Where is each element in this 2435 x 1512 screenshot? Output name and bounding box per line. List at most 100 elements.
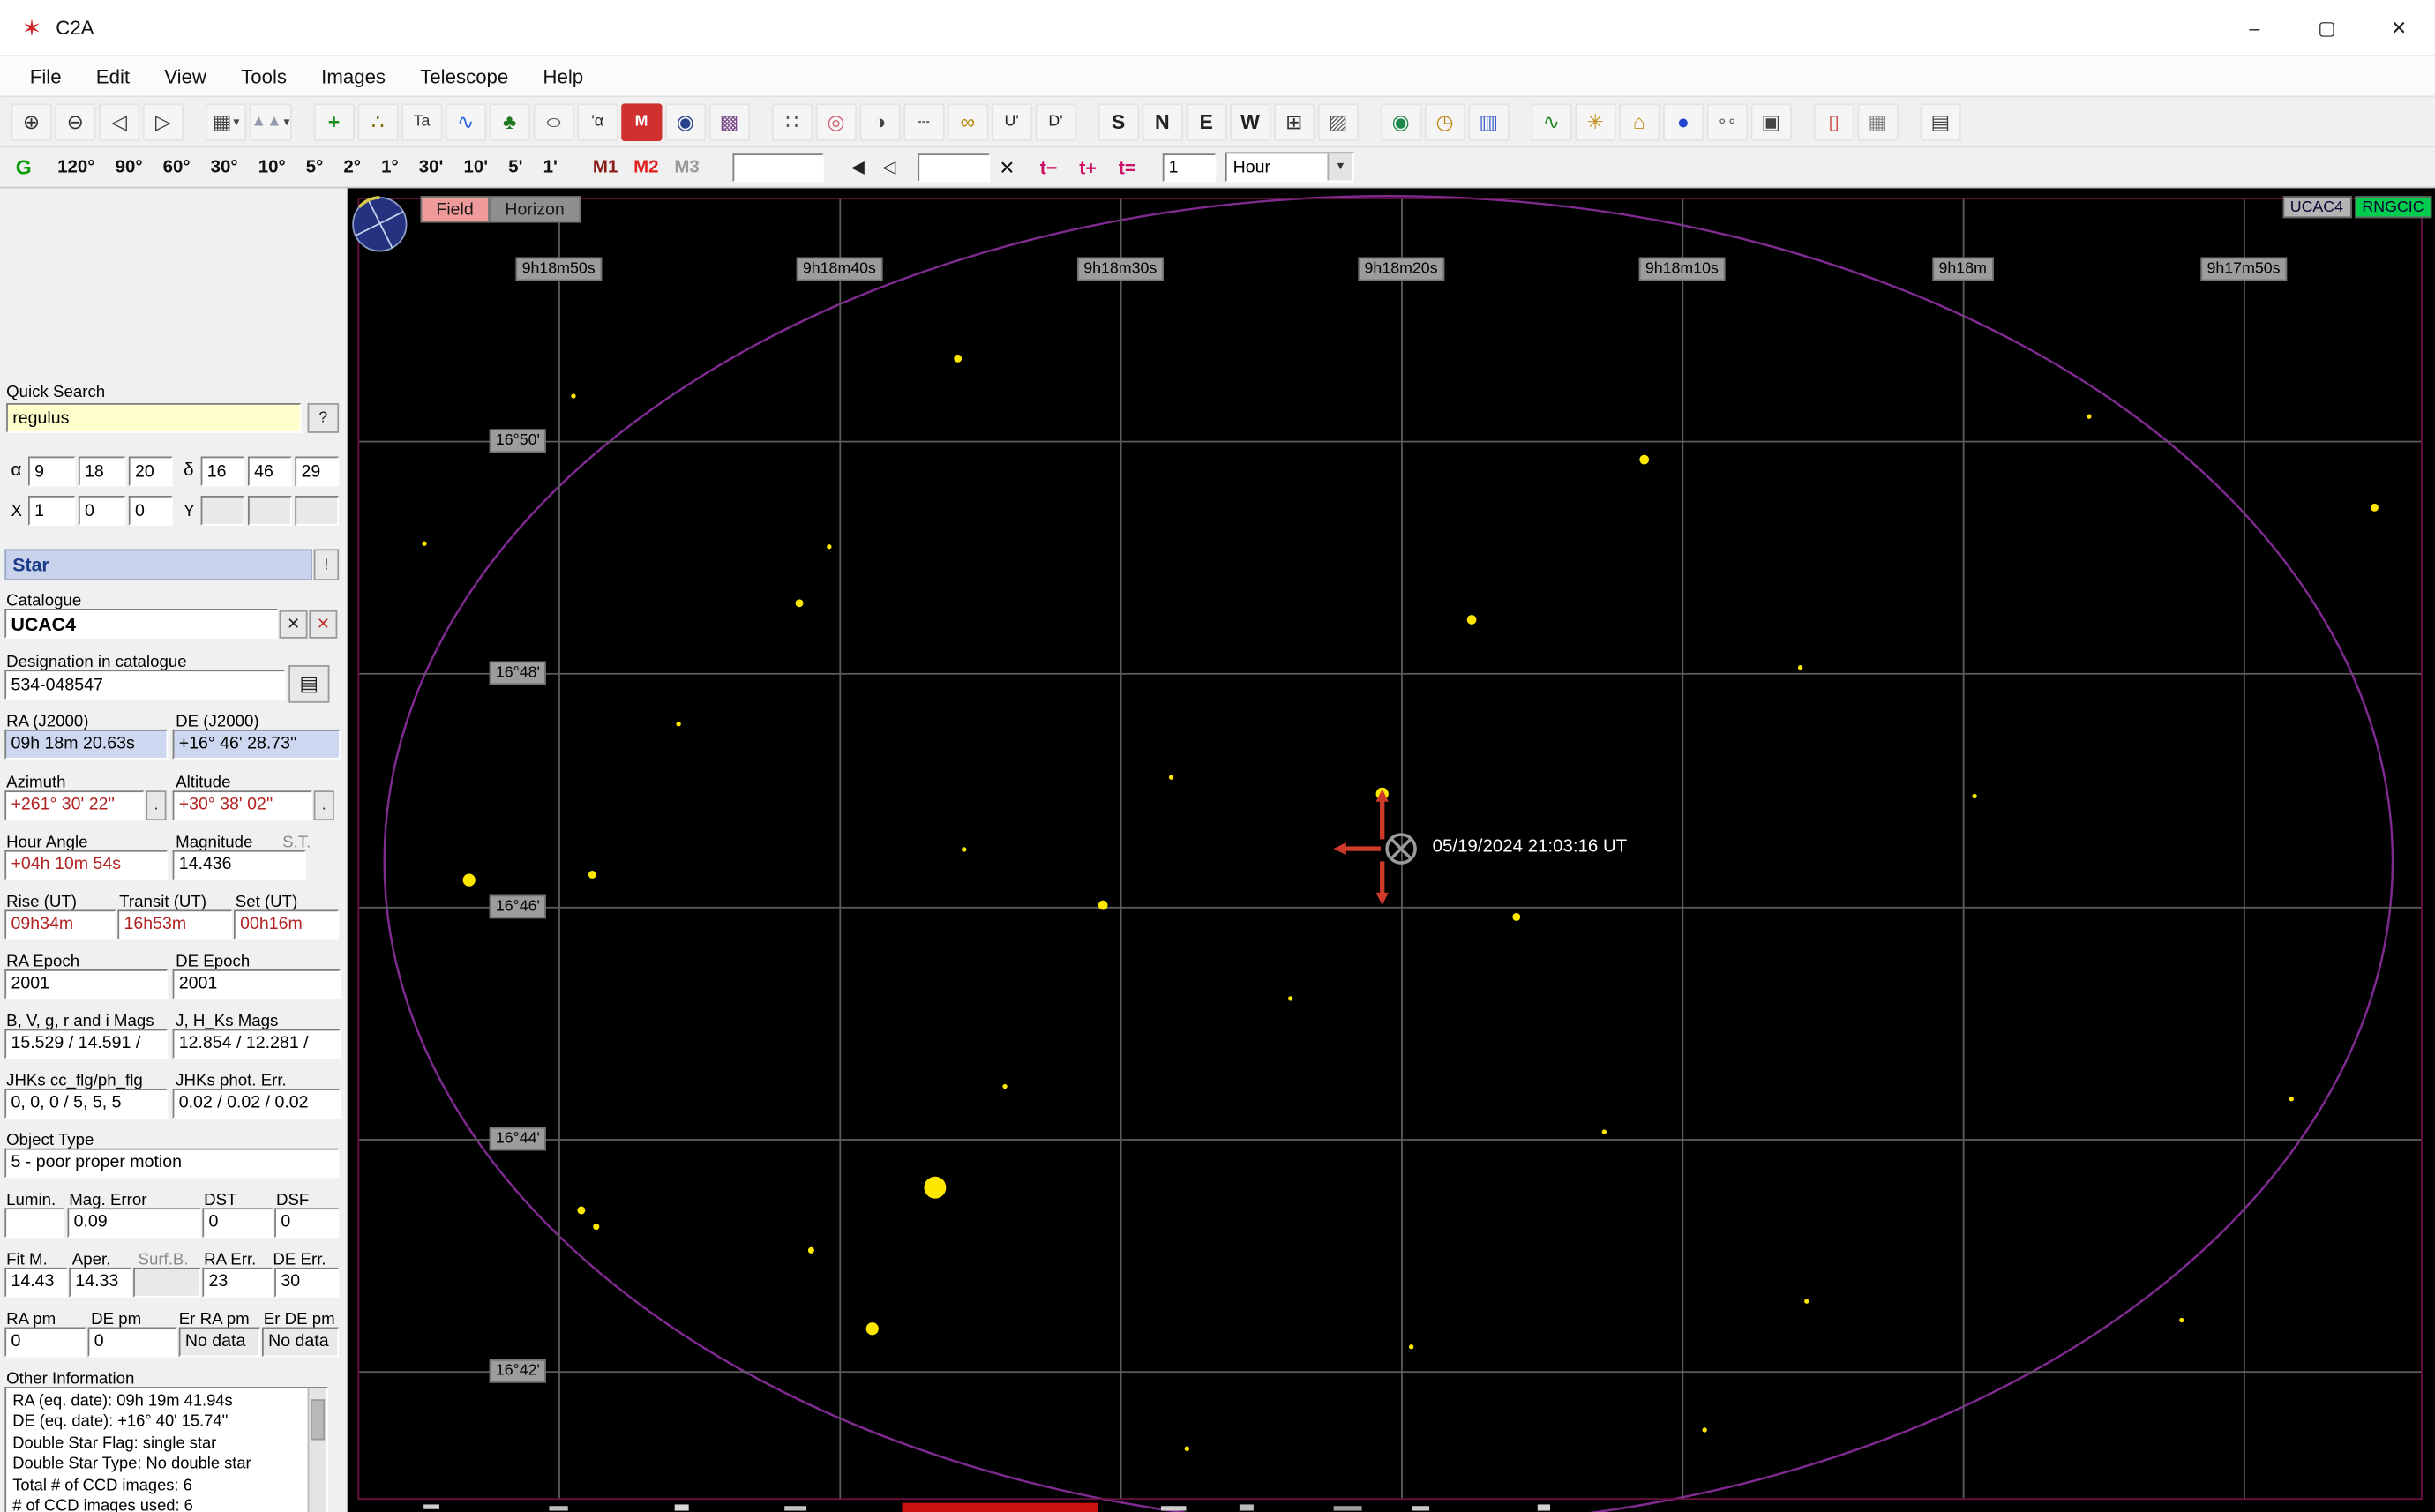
galaxy-icon[interactable]: ◎: [815, 102, 857, 141]
time-step-input[interactable]: [1162, 153, 1217, 182]
de-m-input[interactable]: [247, 456, 292, 487]
altitude-more-button[interactable]: .: [313, 790, 334, 821]
menu-item[interactable]: Tools: [224, 65, 304, 87]
mirror-horizontal-icon[interactable]: ◀: [843, 152, 874, 183]
time-unit-select[interactable]: Hour ▼: [1225, 152, 1354, 183]
frame-center-icon[interactable]: ⊞: [1273, 102, 1315, 141]
star[interactable]: [1639, 454, 1650, 465]
star[interactable]: [924, 1176, 947, 1199]
star[interactable]: [1287, 995, 1292, 1000]
menu-item[interactable]: File: [12, 65, 79, 87]
menu-item[interactable]: Help: [526, 65, 601, 87]
star-display-icon[interactable]: ∴: [357, 102, 399, 141]
star[interactable]: [1183, 1445, 1189, 1451]
north-icon[interactable]: N: [1142, 102, 1183, 141]
west-icon[interactable]: W: [1229, 102, 1271, 141]
catalogue-clear-icon[interactable]: ✕: [279, 610, 308, 639]
fov-button[interactable]: 1': [533, 158, 567, 176]
star[interactable]: [2370, 502, 2379, 511]
moon-phase-icon[interactable]: ◑: [859, 102, 901, 141]
class-list-button[interactable]: !: [313, 549, 340, 580]
fov-button[interactable]: 120°: [48, 158, 105, 176]
star[interactable]: [807, 1246, 814, 1254]
fov-button[interactable]: 5°: [296, 158, 333, 176]
star[interactable]: [2178, 1316, 2184, 1322]
labels-display-icon[interactable]: Ta: [401, 102, 443, 141]
catalogue-clear-all-icon[interactable]: ✕: [309, 610, 338, 639]
fov-button[interactable]: 60°: [153, 158, 200, 176]
star[interactable]: [593, 1224, 600, 1231]
star[interactable]: [1701, 1426, 1706, 1432]
ra-m-input[interactable]: [78, 456, 126, 487]
asterism-icon[interactable]: ∷: [771, 102, 813, 141]
find-input[interactable]: [732, 153, 824, 182]
orbit-path-icon[interactable]: ┄: [903, 102, 945, 141]
fov-button[interactable]: 30°: [200, 158, 248, 176]
star[interactable]: [1797, 664, 1802, 670]
clock-icon[interactable]: ◷: [1424, 102, 1465, 141]
east-icon[interactable]: E: [1186, 102, 1227, 141]
m2-button[interactable]: M2: [633, 158, 658, 176]
link-icon[interactable]: ∞: [947, 102, 989, 141]
y3-input[interactable]: [295, 495, 340, 526]
star[interactable]: [570, 393, 575, 398]
grid-options-icon[interactable]: ▦ ▾: [205, 102, 247, 141]
fov-button[interactable]: 5': [498, 158, 533, 176]
other-info-scrollbar[interactable]: [307, 1388, 326, 1512]
previous-view-icon[interactable]: ◁: [99, 102, 140, 141]
y2-input[interactable]: [247, 495, 292, 526]
printer-icon[interactable]: ▤: [1920, 102, 1961, 141]
x1-input[interactable]: [28, 495, 76, 526]
designation-input[interactable]: [4, 670, 286, 700]
time-plus-button[interactable]: t+: [1079, 156, 1097, 178]
horizon-options-icon[interactable]: ▲▲ ▾: [249, 102, 292, 141]
star[interactable]: [1466, 615, 1477, 625]
time-minus-button[interactable]: t−: [1040, 156, 1058, 178]
star[interactable]: [1600, 1128, 1607, 1134]
sky-chart[interactable]: 9h18m50s 9h18m40s 9h18m30s 9h18m20s 9h18m10s…: [348, 188, 2435, 1512]
ra-h-input[interactable]: [28, 456, 76, 487]
quick-search-input[interactable]: [6, 403, 302, 433]
menu-item[interactable]: View: [147, 65, 224, 87]
clear-icon[interactable]: ✕: [999, 156, 1015, 178]
lightcurve-icon[interactable]: ∿: [445, 102, 486, 141]
star[interactable]: [1167, 774, 1173, 779]
m3-button[interactable]: M3: [674, 158, 699, 176]
x3-input[interactable]: [128, 495, 173, 526]
star[interactable]: [794, 598, 803, 607]
star[interactable]: [1408, 1344, 1413, 1349]
star[interactable]: [826, 543, 831, 549]
camera-icon[interactable]: ▣: [1750, 102, 1792, 141]
messier-icon[interactable]: M: [620, 102, 663, 141]
fov-button[interactable]: 1°: [371, 158, 409, 176]
south-icon[interactable]: S: [1098, 102, 1139, 141]
mirror-vertical-icon[interactable]: ◁: [873, 152, 905, 183]
dither-display-icon[interactable]: ▩: [708, 102, 750, 141]
next-view-icon[interactable]: ▷: [142, 102, 184, 141]
star[interactable]: [421, 540, 426, 545]
menu-item[interactable]: Edit: [79, 65, 146, 87]
menu-item[interactable]: Images: [304, 65, 403, 87]
de-s-input[interactable]: [295, 456, 340, 487]
settings-gear-icon[interactable]: ✳: [1575, 102, 1616, 141]
ra-s-input[interactable]: [128, 456, 173, 487]
image-card-icon[interactable]: ▯: [1813, 102, 1854, 141]
keypad-icon[interactable]: ▦: [1857, 102, 1899, 141]
goto-input[interactable]: [917, 153, 990, 182]
designation-display-icon[interactable]: D': [1035, 102, 1076, 141]
earth-map-icon[interactable]: ◉: [1380, 102, 1421, 141]
star[interactable]: [462, 873, 476, 887]
observatory-dome-icon[interactable]: ⌂: [1618, 102, 1660, 141]
fov-button[interactable]: 10': [453, 158, 498, 176]
close-button[interactable]: ✕: [2363, 0, 2435, 56]
star[interactable]: [1803, 1298, 1809, 1303]
zoom-in-icon[interactable]: ⊕: [11, 102, 52, 141]
user-object-icon[interactable]: U': [991, 102, 1032, 141]
fov-button[interactable]: 10°: [248, 158, 296, 176]
view-tab[interactable]: Horizon: [489, 196, 581, 223]
star[interactable]: [2086, 413, 2091, 418]
star[interactable]: [1001, 1082, 1007, 1089]
star[interactable]: [675, 721, 680, 726]
star[interactable]: [1971, 792, 1976, 798]
chevron-down-icon[interactable]: ▼: [1327, 153, 1352, 181]
